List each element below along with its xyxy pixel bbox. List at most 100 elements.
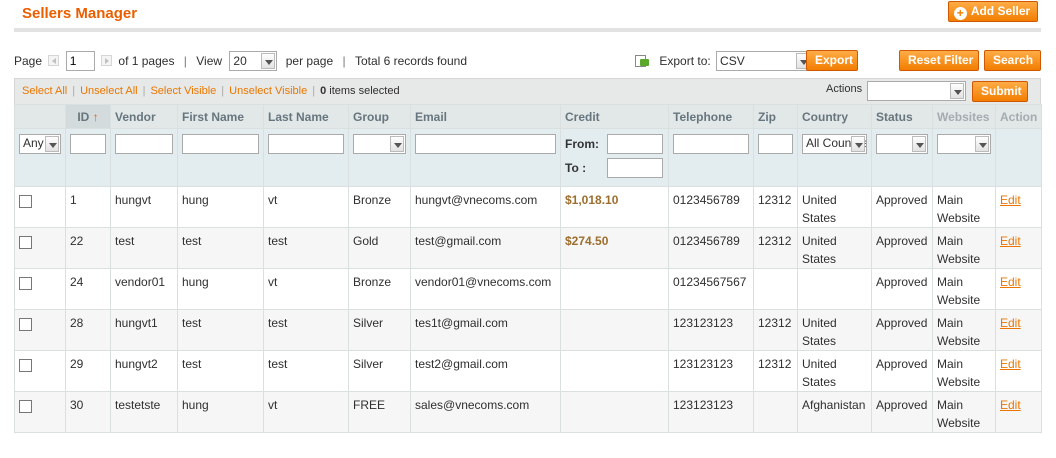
- actions-select[interactable]: [867, 81, 966, 101]
- column-header-credit[interactable]: Credit: [560, 104, 669, 129]
- reset-filter-button[interactable]: Reset Filter: [899, 50, 979, 71]
- cell-id: 29: [65, 350, 111, 392]
- select-all-link[interactable]: Select All: [22, 85, 67, 97]
- export-format-select[interactable]: CSV: [716, 50, 813, 71]
- cell-last-name: test: [263, 350, 349, 392]
- last-name-filter-input[interactable]: [268, 134, 344, 154]
- row-checkbox[interactable]: [19, 359, 32, 372]
- cell-country: United States: [797, 309, 872, 351]
- table-row[interactable]: 1 hungvt hung vt Bronze hungvt@vnecoms.c…: [14, 186, 1042, 228]
- table-row[interactable]: 24 vendor01 hung vt Bronze vendor01@vnec…: [14, 268, 1042, 310]
- credit-to-input[interactable]: [607, 158, 663, 178]
- cell-telephone: 0123456789: [668, 186, 754, 228]
- edit-link[interactable]: Edit: [1000, 316, 1021, 330]
- cell-website: Main Website: [932, 186, 996, 228]
- vendor-filter-input[interactable]: [115, 134, 173, 154]
- page-number-input[interactable]: [65, 50, 95, 71]
- edit-link[interactable]: Edit: [1000, 357, 1021, 371]
- cell-zip: 12312: [753, 309, 798, 351]
- column-header-country[interactable]: Country: [797, 104, 872, 129]
- cell-website: Main Website: [932, 268, 996, 310]
- select-filter[interactable]: Any: [19, 134, 61, 154]
- table-row[interactable]: 22 test test test Gold test@gmail.com $2…: [14, 227, 1042, 269]
- cell-zip: 12312: [753, 186, 798, 228]
- next-page-icon[interactable]: [101, 55, 113, 67]
- websites-filter-select[interactable]: [937, 134, 991, 154]
- cell-status: Approved: [871, 268, 933, 310]
- row-checkbox[interactable]: [19, 400, 32, 413]
- cell-id: 24: [65, 268, 111, 310]
- column-header-last-name[interactable]: Last Name: [263, 104, 349, 129]
- cell-first-name: hung: [177, 186, 264, 228]
- cell-status: Approved: [871, 350, 933, 392]
- cell-credit: [560, 350, 669, 392]
- cell-first-name: test: [177, 350, 264, 392]
- first-name-filter-input[interactable]: [182, 134, 259, 154]
- edit-link[interactable]: Edit: [1000, 234, 1021, 248]
- table-row[interactable]: 29 hungvt2 test test Silver test2@gmail.…: [14, 350, 1042, 392]
- email-filter-input[interactable]: [415, 134, 556, 154]
- group-filter-select[interactable]: [353, 134, 406, 154]
- row-checkbox[interactable]: [19, 318, 32, 331]
- zip-filter-input[interactable]: [758, 134, 793, 154]
- export-button[interactable]: Export: [806, 50, 858, 71]
- unselect-all-link[interactable]: Unselect All: [80, 85, 137, 97]
- column-header-action: Action: [995, 104, 1042, 129]
- cell-zip: 12312: [753, 227, 798, 269]
- edit-link[interactable]: Edit: [1000, 275, 1021, 289]
- grid-headings: ID ↑ Vendor First Name Last Name Group E…: [14, 104, 1042, 129]
- select-visible-link[interactable]: Select Visible: [150, 85, 216, 97]
- column-header-email[interactable]: Email: [410, 104, 561, 129]
- cell-credit: $1,018.10: [560, 186, 669, 228]
- column-header-status[interactable]: Status: [871, 104, 933, 129]
- unselect-visible-link[interactable]: Unselect Visible: [229, 85, 307, 97]
- credit-to-label: To :: [565, 161, 587, 175]
- cell-id: 1: [65, 186, 111, 228]
- cell-vendor: hungvt1: [110, 309, 178, 351]
- edit-link[interactable]: Edit: [1000, 193, 1021, 207]
- submit-button[interactable]: Submit: [972, 81, 1028, 102]
- column-header-telephone[interactable]: Telephone: [668, 104, 754, 129]
- cell-zip: [753, 268, 798, 310]
- country-filter-select[interactable]: All Countries: [802, 134, 867, 154]
- prev-page-icon[interactable]: [48, 55, 60, 67]
- row-checkbox[interactable]: [19, 195, 32, 208]
- column-header-first-name[interactable]: First Name: [177, 104, 264, 129]
- cell-email: test2@gmail.com: [410, 350, 561, 392]
- status-filter-select[interactable]: [876, 134, 928, 154]
- sort-asc-icon: ↑: [92, 109, 99, 124]
- items-selected-label: items selected: [326, 85, 400, 97]
- cell-first-name: hung: [177, 268, 264, 310]
- view-label: View: [196, 53, 223, 68]
- cell-last-name: vt: [263, 268, 349, 310]
- plus-icon: +: [953, 7, 967, 20]
- actions-label: Actions: [826, 83, 863, 95]
- cell-email: vendor01@vnecoms.com: [410, 268, 561, 310]
- table-row[interactable]: 30 testetste hung vt FREE sales@vnecoms.…: [14, 391, 1042, 433]
- cell-credit: [560, 391, 669, 433]
- cell-email: sales@vnecoms.com: [410, 391, 561, 433]
- per-page-select[interactable]: 20: [229, 50, 278, 71]
- search-button[interactable]: Search: [984, 50, 1041, 71]
- telephone-filter-input[interactable]: [673, 134, 749, 154]
- credit-from-input[interactable]: [607, 134, 663, 154]
- cell-credit: $274.50: [560, 227, 669, 269]
- cell-telephone: 01234567567: [668, 268, 754, 310]
- cell-vendor: hungvt2: [110, 350, 178, 392]
- add-seller-button[interactable]: + Add Seller: [948, 1, 1038, 22]
- column-header-id[interactable]: ID ↑: [65, 104, 111, 129]
- row-checkbox[interactable]: [19, 277, 32, 290]
- page-header: [14, 0, 1041, 32]
- cell-email: hungvt@vnecoms.com: [410, 186, 561, 228]
- column-header-vendor[interactable]: Vendor: [110, 104, 178, 129]
- column-header-zip[interactable]: Zip: [753, 104, 798, 129]
- cell-credit: [560, 268, 669, 310]
- row-checkbox[interactable]: [19, 236, 32, 249]
- id-filter-input[interactable]: [70, 134, 106, 154]
- table-row[interactable]: 28 hungvt1 test test Silver tes1t@gmail.…: [14, 309, 1042, 351]
- column-header-group[interactable]: Group: [348, 104, 411, 129]
- cell-status: Approved: [871, 186, 933, 228]
- edit-link[interactable]: Edit: [1000, 398, 1021, 412]
- cell-zip: 12312: [753, 350, 798, 392]
- chevron-down-icon: [950, 83, 964, 99]
